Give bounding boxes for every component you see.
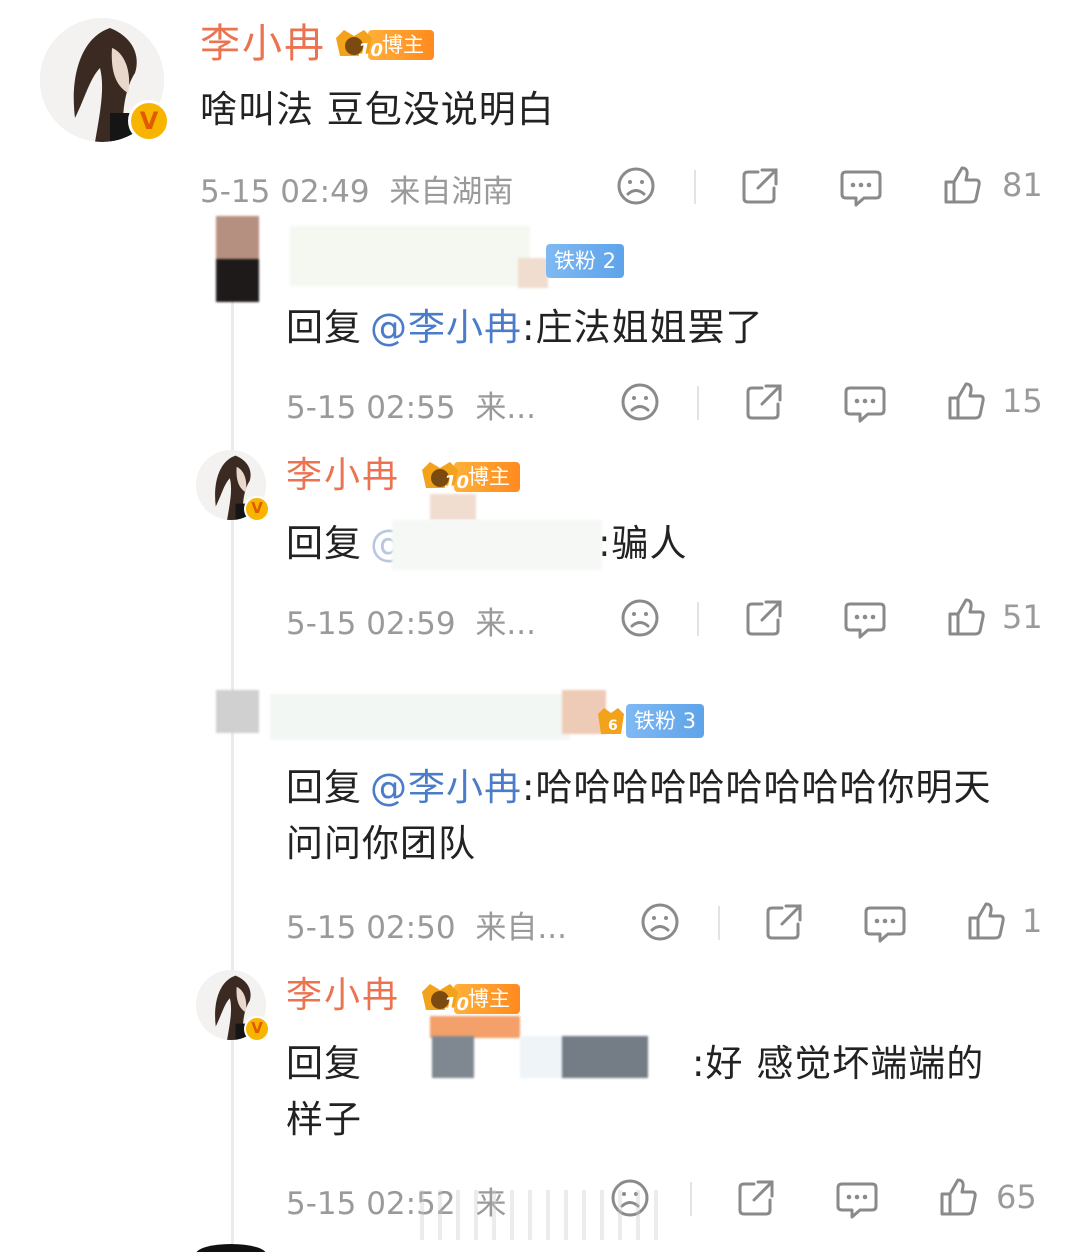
like-count: 1	[1022, 902, 1043, 940]
watermark-strip	[420, 1190, 660, 1240]
reply-time: 5-15 02:59	[286, 606, 456, 642]
vip-badge: 10 博主	[332, 28, 434, 62]
like-icon[interactable]	[946, 380, 986, 422]
reply-prefix: 回复	[286, 1042, 362, 1085]
verified-badge: V	[128, 100, 170, 142]
comment-text: 啥叫法 豆包没说明白	[200, 88, 555, 131]
redacted-block	[430, 1016, 520, 1038]
reply-location: 来自...	[475, 910, 567, 946]
redacted-name	[290, 226, 530, 286]
reply-body: :骗人	[598, 522, 688, 565]
fan-label: 铁粉 2	[546, 244, 625, 278]
comment-icon[interactable]	[836, 1178, 878, 1220]
like-icon[interactable]	[966, 900, 1006, 942]
reply-text: 回复 @李小冉:庄法姐姐罢了	[286, 300, 763, 356]
avatar[interactable]: V	[40, 18, 170, 142]
sad-face-icon[interactable]	[616, 166, 656, 206]
comment-meta: 5-15 02:49 来自湖南	[200, 166, 513, 211]
avatar[interactable]: V	[196, 970, 270, 1042]
vip-badge: 10 博主	[418, 982, 520, 1016]
share-icon[interactable]	[740, 166, 780, 206]
reply-body: :哈哈哈哈哈哈哈哈哈你明天	[522, 766, 992, 809]
redacted-block	[518, 258, 548, 288]
reply-body-continued: 样子	[286, 1097, 362, 1141]
reply-text: 回复 @李小冉:哈哈哈哈哈哈哈哈哈你明天 问问你团队	[286, 760, 1056, 871]
crown-icon: 10	[418, 458, 469, 496]
sad-face-icon[interactable]	[620, 382, 660, 422]
vip-level: 10	[444, 472, 470, 493]
next-avatar-edge	[196, 1244, 266, 1252]
reply-author-name[interactable]: 李小冉	[286, 458, 400, 494]
redacted-avatar	[216, 690, 259, 733]
share-icon[interactable]	[764, 902, 804, 942]
reply-author-name[interactable]: 李小冉	[286, 978, 400, 1014]
redacted-mention	[520, 1036, 564, 1078]
share-icon[interactable]	[744, 382, 784, 422]
sad-face-icon[interactable]	[640, 902, 680, 942]
sad-face-icon[interactable]	[620, 598, 660, 638]
share-icon[interactable]	[744, 598, 784, 638]
reply-body: :好 感觉坏端端的	[692, 1042, 985, 1085]
crown-icon: 10	[418, 980, 469, 1018]
reply-meta: 5-15 02:59 来...	[286, 598, 536, 643]
comment-time: 5-15 02:49	[200, 174, 370, 210]
reply-time: 5-15 02:50	[286, 910, 456, 946]
fan-label: 铁粉 3	[626, 704, 705, 738]
divider	[697, 386, 699, 420]
like-count: 15	[1002, 382, 1043, 420]
like-count: 81	[1002, 166, 1043, 204]
comment-icon[interactable]	[844, 382, 886, 424]
reply-location: 来...	[475, 390, 536, 426]
comment-icon[interactable]	[840, 166, 882, 208]
like-icon[interactable]	[938, 1176, 978, 1218]
vip-level: 10	[444, 994, 470, 1015]
reply-body-continued: 问问你团队	[286, 821, 476, 865]
divider	[690, 1182, 692, 1216]
verified-badge: V	[244, 1016, 270, 1042]
comment-icon[interactable]	[864, 902, 906, 944]
mention-link[interactable]: @李小冉	[370, 306, 522, 349]
vip-level: 10	[358, 40, 384, 61]
reply-text: 回复 :好 感觉坏端端的 样子	[286, 1036, 1056, 1147]
comment-location: 来自湖南	[389, 174, 514, 210]
vip-badge: 10 博主	[418, 460, 520, 494]
reply-time: 5-15 02:55	[286, 390, 456, 426]
redacted-mention	[392, 520, 602, 570]
redacted-mention	[432, 1036, 474, 1078]
reply-prefix: 回复	[286, 766, 362, 809]
comment-author-name[interactable]: 李小冉	[200, 24, 326, 64]
fan-badge: 6 铁粉 3	[596, 704, 705, 738]
redacted-mention	[562, 1036, 648, 1078]
fan-badge: 铁粉 2	[546, 244, 625, 278]
mention-link[interactable]: @李小冉	[370, 766, 522, 809]
thread-line	[231, 300, 234, 1252]
avatar[interactable]: V	[196, 450, 270, 522]
reply-prefix: 回复	[286, 306, 362, 349]
divider	[697, 602, 699, 636]
reply-meta: 5-15 02:55 来...	[286, 382, 536, 427]
divider	[694, 170, 696, 204]
crown-icon: 6	[598, 708, 624, 734]
reply-body: :庄法姐姐罢了	[522, 306, 764, 349]
like-icon[interactable]	[946, 596, 986, 638]
divider	[718, 906, 720, 940]
comment-icon[interactable]	[844, 598, 886, 640]
like-count: 51	[1002, 598, 1043, 636]
crown-icon: 10	[332, 26, 383, 64]
like-icon[interactable]	[942, 164, 982, 206]
redacted-name	[270, 694, 570, 740]
like-count: 65	[996, 1178, 1037, 1216]
redacted-avatar	[216, 216, 259, 302]
reply-prefix: 回复	[286, 522, 362, 565]
reply-meta: 5-15 02:50 来自...	[286, 902, 567, 947]
share-icon[interactable]	[736, 1178, 776, 1218]
verified-badge: V	[244, 496, 270, 522]
reply-location: 来...	[475, 606, 536, 642]
fan-level: 6	[608, 718, 618, 734]
